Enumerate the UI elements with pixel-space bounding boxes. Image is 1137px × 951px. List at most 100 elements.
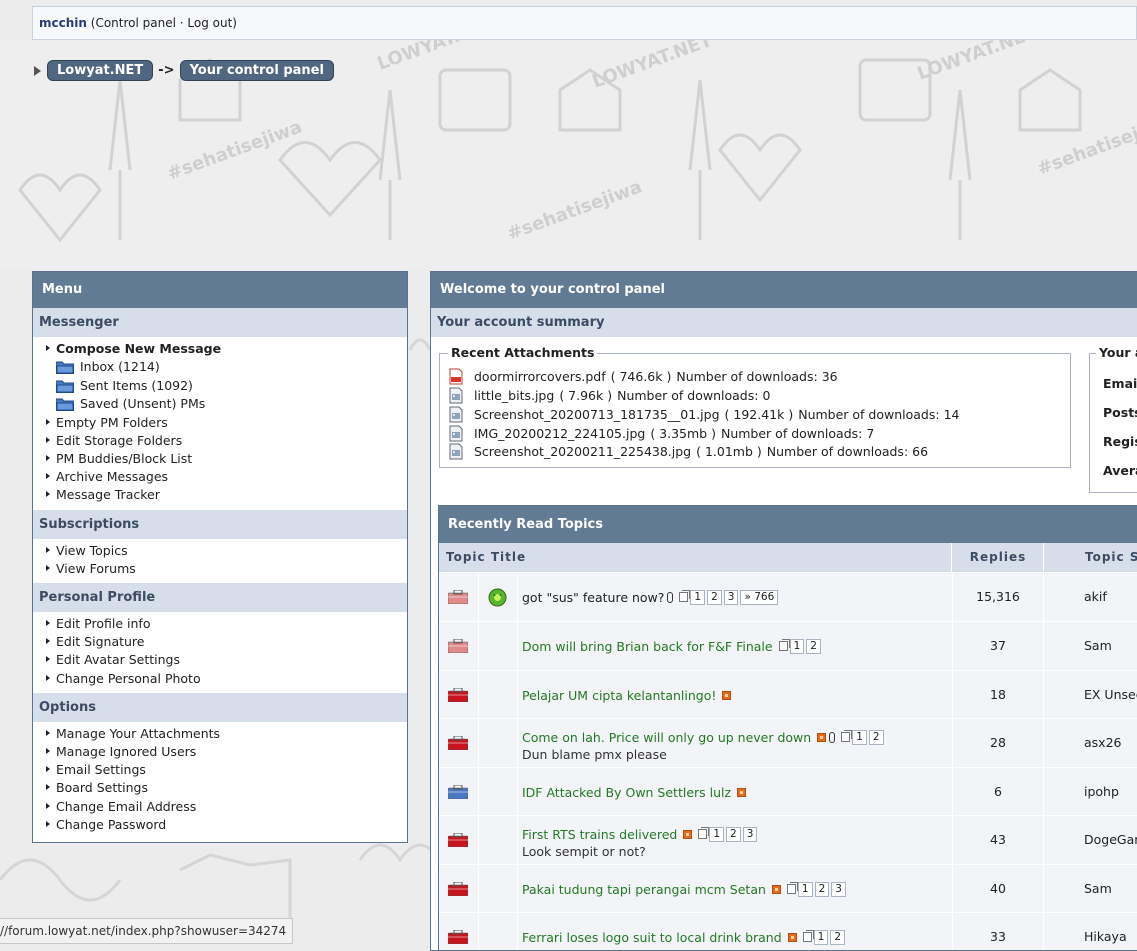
topic-starter-link[interactable]: Hikaya bbox=[1044, 913, 1137, 950]
page-link[interactable]: » 766 bbox=[740, 589, 779, 605]
attachment-name-link[interactable]: IMG_20200212_224105.jpg bbox=[474, 426, 645, 441]
page-link[interactable]: 2 bbox=[707, 589, 722, 605]
change-personal-photo-link[interactable]: Change Personal Photo bbox=[33, 670, 407, 688]
menu-item-label: Message Tracker bbox=[56, 487, 160, 503]
column-replies[interactable]: Replies bbox=[953, 543, 1044, 572]
folder-inbox[interactable]: Inbox (1214) bbox=[33, 358, 407, 377]
attachment-name-link[interactable]: little_bits.jpg bbox=[474, 388, 554, 403]
topic-icon-cell bbox=[479, 573, 518, 621]
topic-row: Pelajar UM cipta kelantanlingo! 18 EX Unse… bbox=[439, 671, 1137, 719]
page-link[interactable]: 1 bbox=[797, 881, 813, 897]
change-email-address-link[interactable]: Change Email Address bbox=[33, 798, 407, 816]
topic-folder-icon bbox=[448, 785, 468, 799]
personal-profile-section-title: Personal Profile bbox=[33, 583, 407, 612]
message-tracker-link[interactable]: Message Tracker bbox=[33, 486, 407, 504]
breadcrumb-current[interactable]: Your control panel bbox=[179, 60, 334, 81]
page-link[interactable]: 2 bbox=[814, 881, 830, 897]
folder-saved-unsent[interactable]: Saved (Unsent) PMs bbox=[33, 395, 407, 414]
attachment-size: ( 192.41k ) bbox=[724, 406, 794, 422]
attachment-name-link[interactable]: Screenshot_20200713_181735__01.jpg bbox=[474, 407, 720, 422]
topic-title-link[interactable]: IDF Attacked By Own Settlers lulz bbox=[522, 785, 731, 800]
topic-title-link[interactable]: Ferrari loses logo suit to local drink b… bbox=[522, 930, 782, 945]
subscriptions-section-title: Subscriptions bbox=[33, 509, 407, 539]
pm-buddies-link[interactable]: PM Buddies/Block List bbox=[33, 450, 407, 468]
email-settings-link[interactable]: Email Settings bbox=[33, 761, 407, 779]
options-section-title: Options bbox=[33, 692, 407, 722]
empty-pm-folders-link[interactable]: Empty PM Folders bbox=[33, 414, 407, 432]
column-topic-title[interactable]: Topic Title bbox=[439, 543, 952, 572]
menu-item-label: Change Personal Photo bbox=[56, 670, 201, 686]
topic-title-link[interactable]: First RTS trains delivered bbox=[522, 827, 677, 842]
topic-title-line: First RTS trains delivered 1 2 3 bbox=[522, 825, 758, 843]
page-link[interactable]: 1 bbox=[690, 589, 706, 605]
compose-new-message-link[interactable]: Compose New Message bbox=[33, 340, 407, 358]
manage-attachments-link[interactable]: Manage Your Attachments bbox=[33, 725, 407, 743]
topic-row: Ferrari loses logo suit to local drink b… bbox=[439, 913, 1137, 950]
page-link[interactable]: 2 bbox=[726, 826, 741, 842]
topic-replies: 6 bbox=[953, 768, 1044, 815]
topic-icon-cell bbox=[479, 719, 518, 767]
change-password-link[interactable]: Change Password bbox=[33, 816, 407, 834]
topic-description: Dun blame pmx please bbox=[522, 747, 667, 762]
edit-storage-folders-link[interactable]: Edit Storage Folders bbox=[33, 432, 407, 450]
page-link[interactable]: 2 bbox=[830, 929, 846, 945]
view-forums-link[interactable]: View Forums bbox=[33, 560, 407, 578]
breadcrumb-home[interactable]: Lowyat.NET bbox=[47, 60, 154, 81]
edit-signature-link[interactable]: Edit Signature bbox=[33, 633, 407, 651]
topic-starter-link[interactable]: DogeGam bbox=[1044, 816, 1137, 864]
folder-sent-items[interactable]: Sent Items (1092) bbox=[33, 377, 407, 396]
page-link[interactable]: 3 bbox=[723, 589, 739, 605]
topic-starter-link[interactable]: asx26 bbox=[1044, 719, 1137, 767]
page-link[interactable]: 1 bbox=[852, 729, 867, 745]
attachment-name-link[interactable]: doormirrorcovers.pdf bbox=[474, 369, 606, 384]
topic-starter-link[interactable]: Sam bbox=[1044, 622, 1137, 670]
recent-attachments-legend: Recent Attachments bbox=[448, 345, 598, 360]
board-settings-link[interactable]: Board Settings bbox=[33, 779, 407, 797]
topic-title-link[interactable]: Pakai tudung tapi perangai mcm Setan bbox=[522, 882, 766, 897]
username-link[interactable]: mcchin bbox=[39, 16, 87, 30]
your-account-box: Your a Email Posts Regis Avera bbox=[1089, 345, 1137, 493]
attachment-name-link[interactable]: Screenshot_20200211_225438.jpg bbox=[474, 444, 691, 459]
attachment-downloads: Number of downloads: 7 bbox=[720, 425, 875, 441]
topic-title-link[interactable]: Pelajar UM cipta kelantanlingo! bbox=[522, 688, 716, 703]
topic-title-link[interactable]: Come on lah. Price will only go up never… bbox=[522, 730, 811, 745]
page-link[interactable]: 3 bbox=[831, 881, 846, 897]
hot-topic-icon bbox=[771, 884, 781, 894]
page-link[interactable]: 1 bbox=[709, 826, 725, 842]
bullet-icon bbox=[46, 638, 50, 645]
bullet-icon bbox=[46, 729, 50, 736]
topic-starter-link[interactable]: ipohp bbox=[1044, 768, 1137, 815]
view-topics-link[interactable]: View Topics bbox=[33, 542, 407, 560]
topic-folder-icon bbox=[448, 590, 468, 604]
topic-title-line: IDF Attacked By Own Settlers lulz bbox=[522, 783, 747, 801]
bullet-icon bbox=[46, 656, 50, 663]
hot-topic-icon bbox=[683, 829, 693, 839]
options-list: Manage Your Attachments Manage Ignored U… bbox=[33, 722, 407, 839]
page-link[interactable]: 3 bbox=[742, 826, 758, 842]
menu-title: Menu bbox=[33, 272, 407, 308]
column-topic-starter[interactable]: Topic S bbox=[1085, 543, 1137, 572]
archive-messages-link[interactable]: Archive Messages bbox=[33, 468, 407, 486]
menu-item-label: View Forums bbox=[56, 560, 136, 576]
page-link[interactable]: 1 bbox=[813, 929, 829, 945]
topic-starter-link[interactable]: Sam bbox=[1044, 865, 1137, 912]
topic-starter-link[interactable]: EX Unseen bbox=[1044, 671, 1137, 718]
bullet-icon bbox=[46, 455, 50, 462]
topic-title-line: Come on lah. Price will only go up never… bbox=[522, 728, 884, 746]
edit-avatar-settings-link[interactable]: Edit Avatar Settings bbox=[33, 651, 407, 669]
page-link[interactable]: 2 bbox=[868, 729, 884, 745]
image-icon bbox=[449, 425, 463, 441]
user-links[interactable]: (Control panel · Log out) bbox=[91, 16, 237, 30]
topic-title-link[interactable]: Dom will bring Brian back for F&F Finale bbox=[522, 639, 773, 654]
hot-topic-icon bbox=[817, 732, 827, 742]
breadcrumb-separator: -> bbox=[158, 63, 175, 78]
page-link[interactable]: 2 bbox=[806, 638, 821, 654]
page-link[interactable]: 1 bbox=[789, 638, 805, 654]
topic-starter-link[interactable]: akif bbox=[1044, 573, 1137, 621]
image-icon bbox=[449, 443, 463, 459]
topic-title-link[interactable]: got "sus" feature now? bbox=[522, 590, 664, 605]
bullet-icon bbox=[46, 766, 50, 773]
manage-ignored-users-link[interactable]: Manage Ignored Users bbox=[33, 743, 407, 761]
topic-folder-icon bbox=[448, 688, 468, 702]
edit-profile-info-link[interactable]: Edit Profile info bbox=[33, 615, 407, 633]
